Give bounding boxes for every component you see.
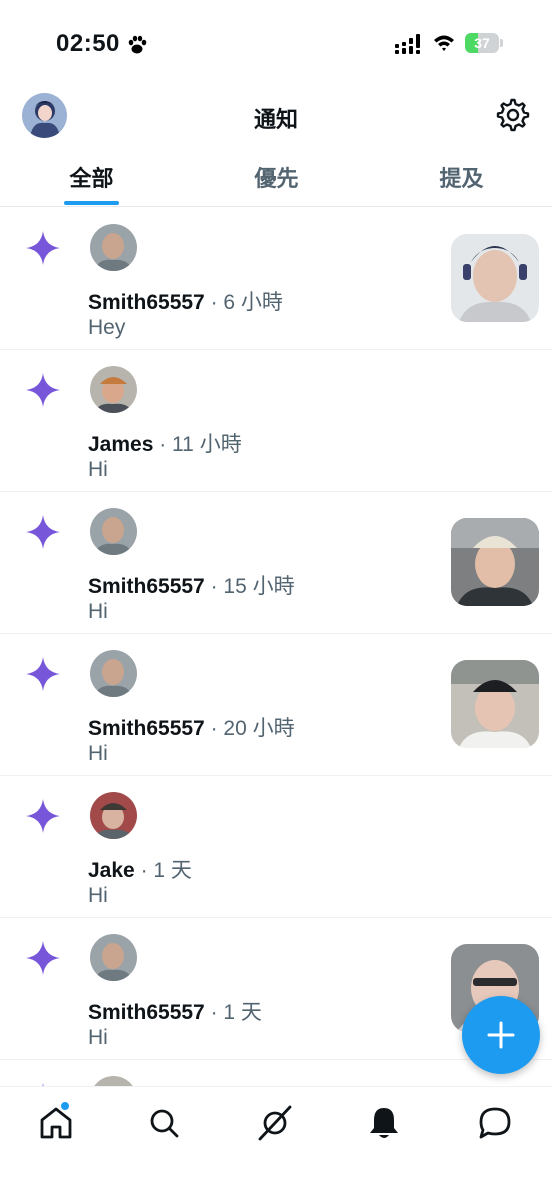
avatar[interactable]: [90, 650, 137, 697]
avatar[interactable]: [90, 792, 137, 839]
status-time: 02:50: [56, 30, 120, 57]
notification-item[interactable]: [0, 1060, 552, 1086]
message-icon: [479, 1107, 511, 1139]
home-icon: [40, 1107, 72, 1139]
sparkle-icon: [26, 941, 60, 975]
message-text: Hi: [88, 884, 108, 907]
battery-percent: 37: [474, 35, 490, 51]
nav-messages[interactable]: [475, 1103, 515, 1143]
tab-all[interactable]: 全部: [40, 148, 143, 206]
notification-item[interactable]: James · 11 小時 Hi: [0, 350, 552, 492]
sparkle-icon: [26, 373, 60, 407]
avatar[interactable]: [90, 934, 137, 981]
media-thumbnail[interactable]: [451, 660, 539, 748]
timestamp: · 20 小時: [210, 717, 295, 740]
sparkle-icon: [26, 657, 60, 691]
signal-icon: [395, 34, 420, 54]
username[interactable]: Smith65557: [88, 717, 205, 740]
notification-header: Smith65557 · 20 小時: [88, 712, 295, 742]
paw-icon: [128, 35, 147, 54]
username[interactable]: Smith65557: [88, 575, 205, 598]
avatar[interactable]: [90, 1076, 137, 1086]
grok-icon: [258, 1105, 292, 1141]
tab-bar: 全部 優先 提及: [0, 148, 552, 207]
message-text: Hi: [88, 1026, 108, 1049]
message-text: Hey: [88, 316, 126, 339]
active-tab-indicator: [64, 201, 119, 205]
notification-item[interactable]: Smith65557 · 6 小時 Hey: [0, 208, 552, 350]
timestamp: · 15 小時: [210, 575, 295, 598]
notification-header: Smith65557 · 1 天: [88, 996, 262, 1026]
bell-icon: [370, 1108, 398, 1138]
notification-header: Smith65557 · 15 小時: [88, 570, 295, 600]
media-thumbnail[interactable]: [451, 234, 539, 322]
message-text: Hi: [88, 600, 108, 623]
page-title: 通知: [253, 107, 298, 132]
battery-icon: 37: [465, 33, 503, 53]
username[interactable]: Smith65557: [88, 291, 205, 314]
timestamp: · 6 小時: [210, 291, 283, 314]
sparkle-icon: [26, 799, 60, 833]
status-bar: 02:50 37: [0, 0, 552, 90]
notification-dot: [60, 1101, 70, 1111]
sparkle-icon: [26, 231, 60, 265]
message-text: Hi: [88, 458, 108, 481]
timestamp: · 11 小時: [159, 433, 242, 456]
avatar[interactable]: [90, 366, 137, 413]
message-text: Hi: [88, 742, 108, 765]
nav-grok[interactable]: [255, 1103, 295, 1143]
gear-icon[interactable]: [496, 98, 530, 132]
avatar[interactable]: [90, 224, 137, 271]
notification-feed[interactable]: Smith65557 · 6 小時 Hey James · 11 小時 Hi S…: [0, 208, 552, 1086]
timestamp: · 1 天: [210, 1001, 262, 1024]
wifi-icon: [434, 35, 454, 51]
nav-search[interactable]: [144, 1103, 184, 1143]
nav-home[interactable]: [36, 1101, 76, 1143]
header: 通知: [0, 90, 552, 146]
notification-header: Smith65557 · 6 小時: [88, 286, 283, 316]
tab-mentions[interactable]: 提及: [410, 148, 513, 206]
notification-header: Jake · 1 天: [88, 854, 192, 884]
username[interactable]: Jake: [88, 859, 135, 882]
plus-icon: [487, 1021, 515, 1049]
media-thumbnail[interactable]: [451, 518, 539, 606]
timestamp: · 1 天: [140, 859, 192, 882]
avatar[interactable]: [90, 508, 137, 555]
notification-item[interactable]: Smith65557 · 20 小時 Hi: [0, 634, 552, 776]
notification-item[interactable]: Smith65557 · 15 小時 Hi: [0, 492, 552, 634]
notification-header: James · 11 小時: [88, 428, 242, 458]
sparkle-icon: [26, 515, 60, 549]
tab-priority[interactable]: 優先: [225, 148, 328, 206]
compose-button[interactable]: [462, 996, 540, 1074]
search-icon: [150, 1109, 179, 1138]
notification-item[interactable]: Jake · 1 天 Hi: [0, 776, 552, 918]
username[interactable]: James: [88, 433, 153, 456]
nav-notifications[interactable]: [364, 1103, 404, 1143]
username[interactable]: Smith65557: [88, 1001, 205, 1024]
bottom-nav: [0, 1086, 552, 1200]
